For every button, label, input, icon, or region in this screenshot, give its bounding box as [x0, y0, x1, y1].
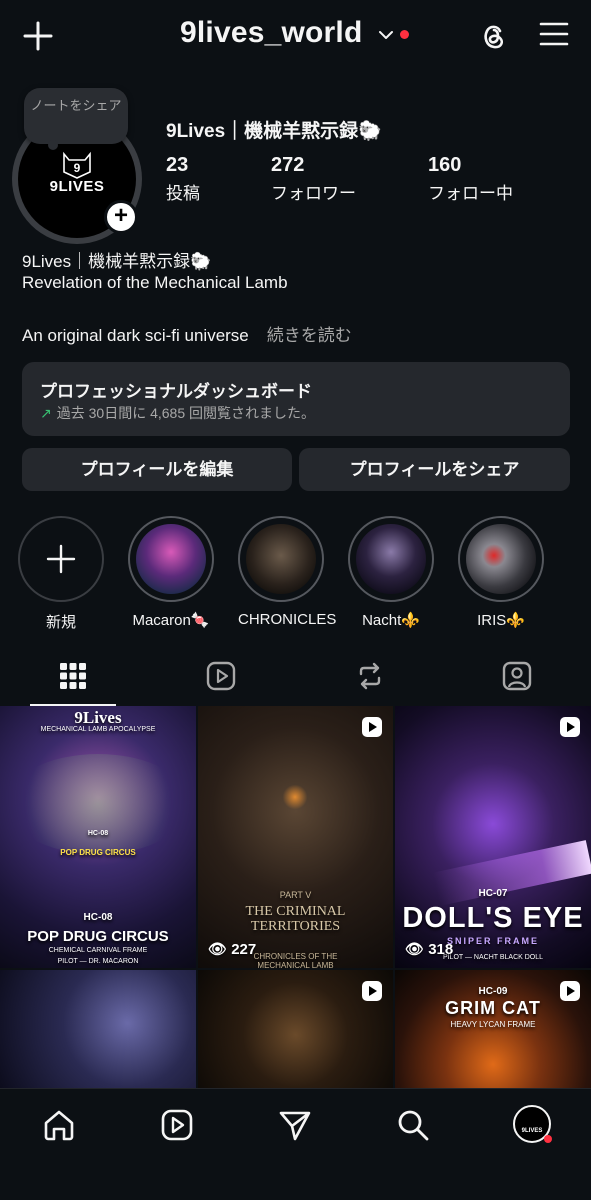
highlight-image: [356, 524, 426, 594]
highlight-ring: [458, 516, 544, 602]
view-count-text: 227: [231, 941, 257, 958]
share-note-bubble[interactable]: ノートをシェア: [24, 88, 128, 144]
reposts-icon[interactable]: [354, 660, 386, 692]
reel-badge-icon: [362, 717, 382, 737]
tagged-icon[interactable]: [501, 660, 533, 692]
followers-count: 272: [271, 154, 305, 176]
notification-dot: [400, 30, 409, 39]
highlight-ring: [128, 516, 214, 602]
view-count-text: 318: [428, 941, 454, 958]
post-tile-wolf-armor[interactable]: [198, 970, 393, 1088]
professional-dashboard[interactable]: プロフェッショナルダッシュボード ↗ 過去 30日間に 4,685 回閲覧されまし…: [22, 362, 570, 436]
svg-text:9: 9: [74, 161, 81, 175]
highlight-ring: [348, 516, 434, 602]
highlight-label: 新規: [45, 614, 76, 631]
highlight-new[interactable]: 新規: [18, 516, 104, 632]
highlight-iris[interactable]: IRIS⚜️: [458, 516, 544, 629]
plus-icon: [46, 544, 76, 574]
tile-subtitle: HEAVY LYCAN FRAME: [450, 1020, 536, 1029]
posts-label: 投稿: [166, 184, 200, 203]
search-icon[interactable]: [395, 1107, 431, 1143]
highlight-chronicles[interactable]: CHRONICLES: [238, 516, 337, 628]
tile-code: HC-07: [478, 888, 508, 899]
post-tile-dark-doll[interactable]: [0, 970, 196, 1088]
add-story-button[interactable]: +: [104, 200, 138, 234]
view-count: 👁 318: [405, 940, 453, 958]
cat-logo-icon: 9: [63, 151, 91, 179]
post-tile-grim-cat[interactable]: HC-09 GRIM CAT HEAVY LYCAN FRAME: [395, 970, 591, 1088]
notification-dot: [544, 1135, 552, 1143]
highlight-ring: [238, 516, 324, 602]
highlight-label: Macaron🍬: [132, 612, 210, 629]
following-label: フォロー中: [428, 184, 513, 203]
tile-top-subtitle: MECHANICAL LAMB APOCALYPSE: [40, 726, 156, 733]
following-count: 160: [428, 154, 462, 176]
highlight-nacht[interactable]: Nacht⚜️: [348, 516, 434, 629]
view-count: 👁 227: [208, 940, 256, 958]
highlight-new-ring: [18, 516, 104, 602]
eye-icon: 👁: [208, 941, 228, 958]
post-tile-dolls-eye[interactable]: HC-07 DOLL'S EYE SNIPER FRAME PILOT — NA…: [395, 706, 591, 968]
bio-name: 9Lives｜機械羊黙示録🐑: [22, 252, 212, 271]
tile-code: HC-09: [478, 986, 508, 997]
username-title[interactable]: 9lives_world: [180, 16, 363, 50]
tile-part: PART V: [279, 890, 312, 900]
bio-description-text: An original dark sci-fi universe: [22, 326, 249, 345]
post-tile-pop-drug-circus[interactable]: 9Lives MECHANICAL LAMB APOCALYPSE HC-08 …: [0, 706, 196, 968]
post-tile-criminal-territories[interactable]: PART V THE CRIMINAL TERRITORIES CHRONICL…: [198, 706, 393, 968]
posts-count: 23: [166, 154, 189, 176]
eye-icon: 👁: [405, 941, 425, 958]
content-tabs: [0, 652, 591, 706]
tile-pilot: PILOT — DR. MACARON: [57, 958, 139, 965]
read-more-link[interactable]: 続きを読む: [267, 326, 352, 345]
tile-code-top: HC-08: [87, 830, 109, 837]
highlight-label: Nacht⚜️: [362, 612, 420, 629]
highlight-label: CHRONICLES: [238, 611, 337, 628]
tile-title: POP DRUG CIRCUS: [27, 928, 169, 945]
chevron-down-icon[interactable]: [377, 26, 395, 44]
followers-label: フォロワー: [271, 184, 356, 203]
display-name: 9Lives｜機械羊黙示録🐑: [166, 121, 382, 142]
reel-badge-icon: [362, 981, 382, 1001]
home-icon[interactable]: [41, 1107, 77, 1143]
dashboard-subtitle: ↗ 過去 30日間に 4,685 回閲覧されました。: [40, 403, 315, 423]
tile-brand-text: 9Lives: [74, 708, 122, 727]
edit-profile-button[interactable]: プロフィールを編集: [22, 448, 292, 491]
stat-followers[interactable]: 272 フォロワー: [271, 154, 356, 204]
stat-posts[interactable]: 23 投稿: [166, 154, 200, 204]
highlight-image: [136, 524, 206, 594]
highlight-image: [466, 524, 536, 594]
tile-subtitle: CHEMICAL CARNIVAL FRAME: [48, 947, 148, 954]
top-bar: 9lives_world: [0, 0, 591, 70]
reels-icon[interactable]: [205, 660, 237, 692]
highlight-macaron[interactable]: Macaron🍬: [128, 516, 214, 629]
note-bubble-tail: [48, 140, 58, 150]
create-plus-icon[interactable]: [20, 18, 56, 54]
bottom-nav: 9LIVES: [0, 1088, 591, 1200]
stat-following[interactable]: 160 フォロー中: [428, 154, 513, 204]
bio-line: Revelation of the Mechanical Lamb: [22, 273, 288, 292]
tile-title: THE CRIMINAL TERRITORIES: [245, 904, 346, 934]
send-icon[interactable]: [277, 1107, 313, 1143]
avatar-brand-text: 9LIVES: [49, 178, 105, 195]
tile-glow: [6, 754, 190, 854]
grid-icon[interactable]: [57, 660, 89, 692]
highlight-label: IRIS⚜️: [477, 612, 525, 629]
tile-code: HC-08: [83, 912, 113, 923]
wolf-eyes-glow: [260, 762, 330, 832]
trend-up-icon: ↗: [40, 405, 52, 421]
hamburger-menu-icon[interactable]: [538, 18, 570, 50]
highlight-image: [246, 524, 316, 594]
reel-badge-icon: [560, 717, 580, 737]
dashboard-views-text: 過去 30日間に 4,685 回閲覧されました。: [56, 405, 316, 421]
reels-icon[interactable]: [159, 1107, 195, 1143]
bio-description: An original dark sci-fi universe 続きを読む: [22, 321, 352, 346]
tile-badge-text: POP DRUG CIRCUS: [60, 848, 136, 857]
threads-icon[interactable]: [476, 18, 512, 54]
dashboard-title: プロフェッショナルダッシュボード: [40, 382, 312, 401]
share-profile-button[interactable]: プロフィールをシェア: [299, 448, 570, 491]
tile-title: DOLL'S EYE: [402, 902, 584, 934]
profile-avatar-text: 9LIVES: [521, 1128, 543, 1134]
tile-title: GRIM CAT: [445, 998, 541, 1018]
